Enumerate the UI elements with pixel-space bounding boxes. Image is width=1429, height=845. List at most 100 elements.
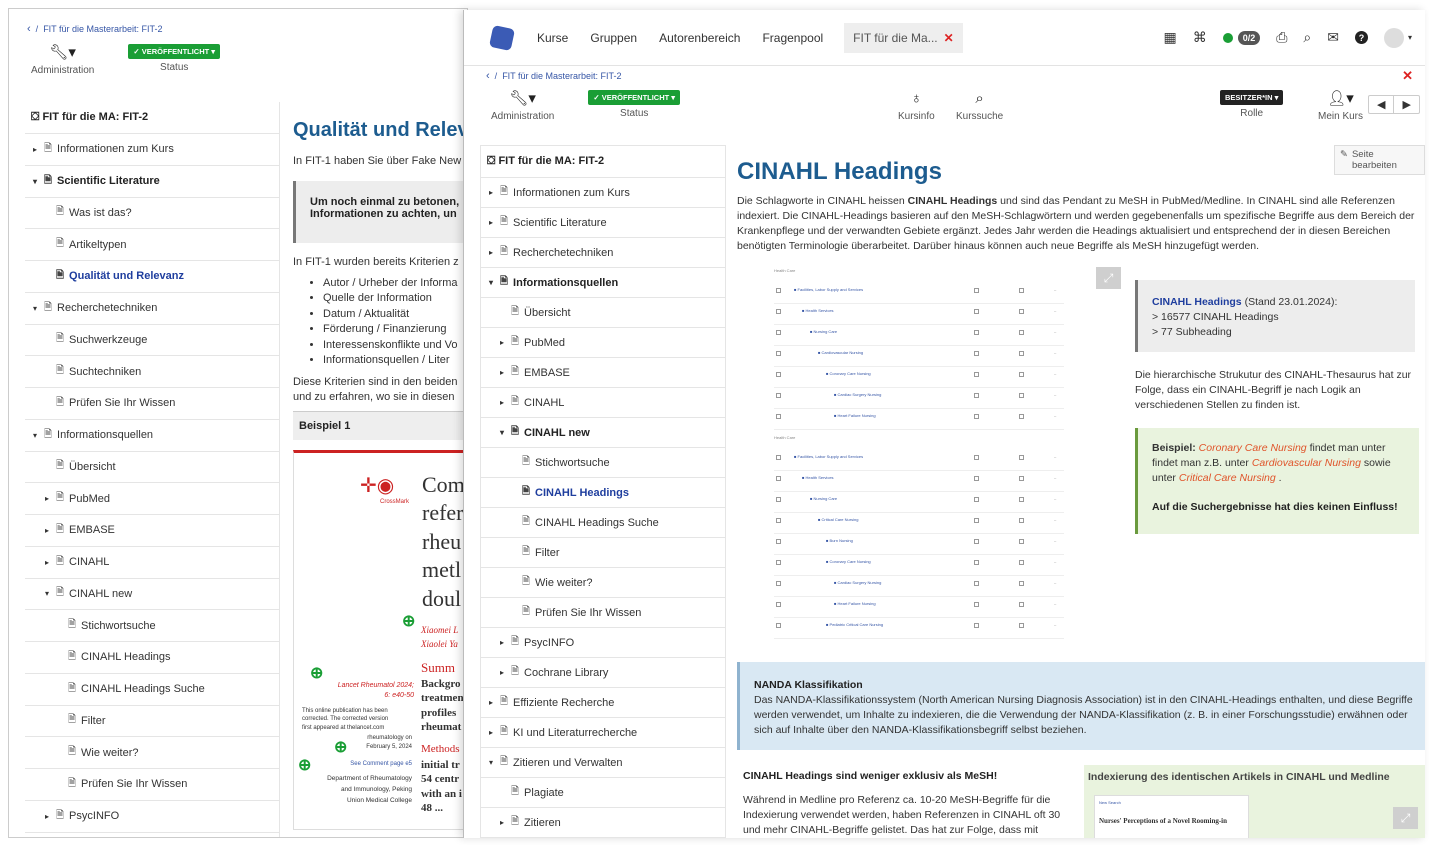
- add-annotation-icon[interactable]: ⊕: [402, 611, 415, 631]
- caret-right-icon[interactable]: ▸: [43, 812, 51, 821]
- menu-item-cinahl-headings[interactable]: 🗎︎ CINAHL Headings: [481, 478, 725, 508]
- caret-right-icon[interactable]: ▸: [487, 248, 495, 257]
- expand-image-icon[interactable]: ⤢: [1393, 807, 1418, 829]
- close-course-icon[interactable]: ✕: [1402, 68, 1413, 84]
- caret-down-icon[interactable]: ▾: [487, 278, 495, 287]
- menu-item-suchwerkzeuge[interactable]: 🗎︎ Suchwerkzeuge: [25, 325, 279, 357]
- close-icon[interactable]: ✕: [944, 31, 954, 45]
- next-page-icon[interactable]: ▶: [1394, 96, 1418, 113]
- menu-item-informationsquellen[interactable]: ▾ 🗎︎ Informationsquellen: [25, 420, 279, 452]
- menu-item-stichwortsuche[interactable]: 🗎︎ Stichwortsuche: [481, 448, 725, 478]
- online-status[interactable]: 0/2: [1222, 30, 1261, 45]
- chevron-left-icon[interactable]: ‹: [27, 23, 31, 35]
- caret-right-icon[interactable]: ▸: [498, 368, 506, 377]
- menu-item-prüfen-sie-ihr-wissen[interactable]: 🗎︎ Prüfen Sie Ihr Wissen: [25, 769, 279, 801]
- menu-item-prüfen-sie-ihr-wissen[interactable]: 🗎︎ Prüfen Sie Ihr Wissen: [481, 598, 725, 628]
- menu-item-plagiate[interactable]: 🗎︎ Plagiate: [481, 778, 725, 808]
- print-icon[interactable]: ⎙: [1276, 29, 1287, 46]
- caret-right-icon[interactable]: ▸: [498, 638, 506, 647]
- add-annotation-icon[interactable]: ⊕: [310, 663, 323, 683]
- caret-right-icon[interactable]: ▸: [498, 668, 506, 677]
- add-annotation-icon[interactable]: ⊕: [298, 755, 311, 775]
- menu-item-zitieren[interactable]: ▸ 🗎︎ Zitieren: [481, 808, 725, 838]
- menu-title[interactable]: ⛋ FIT für die MA: FIT-2: [25, 102, 279, 134]
- breadcrumb-course-link[interactable]: FIT für die Masterarbeit: FIT-2: [43, 24, 162, 34]
- example-header[interactable]: Beispiel 1: [293, 410, 467, 440]
- caret-down-icon[interactable]: ▾: [31, 177, 39, 186]
- caret-right-icon[interactable]: ▸: [31, 145, 39, 154]
- rss-icon[interactable]: ⌘: [1193, 29, 1207, 46]
- menu-item-embase[interactable]: ▸ 🗎︎ EMBASE: [25, 515, 279, 547]
- paper-comment-link[interactable]: See Comment page e5: [334, 761, 412, 767]
- published-badge[interactable]: ✓ VERÖFFENTLICHT ▾: [588, 90, 681, 105]
- menu-item-cinahl-headings[interactable]: 🗎︎ CINAHL Headings: [25, 642, 279, 674]
- menu-item-cinahl-new[interactable]: ▾ 🗎︎ CINAHL new: [25, 579, 279, 611]
- owner-role-badge[interactable]: BESITZER*IN ▾: [1220, 90, 1284, 105]
- menu-item-cochrane-library[interactable]: ▸ 🗎︎ Cochrane Library: [481, 658, 725, 688]
- menu-item-embase[interactable]: ▸ 🗎︎ EMBASE: [481, 358, 725, 388]
- menu-item-scientific-literature[interactable]: ▸ 🗎︎ Scientific Literature: [481, 208, 725, 238]
- nav-kurse[interactable]: Kurse: [537, 31, 568, 45]
- menu-item-übersicht[interactable]: 🗎︎ Übersicht: [25, 452, 279, 484]
- menu-item-suchtechniken[interactable]: 🗎︎ Suchtechniken: [25, 356, 279, 388]
- status-button[interactable]: ✓ VERÖFFENTLICHT ▾ Status: [128, 44, 221, 73]
- caret-down-icon[interactable]: ▾: [31, 431, 39, 440]
- caret-down-icon[interactable]: ▾: [498, 428, 506, 437]
- caret-right-icon[interactable]: ▸: [43, 526, 51, 535]
- menu-item-informationsquellen[interactable]: ▾ 🗎︎ Informationsquellen: [481, 268, 725, 298]
- kursinfo-button[interactable]: ♁ Kursinfo: [898, 90, 935, 122]
- edit-page-button[interactable]: ✎ Seite bearbeiten: [1334, 145, 1425, 175]
- administration-button[interactable]: 🔧︎▾ Administration: [491, 90, 554, 122]
- menu-item-übersicht[interactable]: 🗎︎ Übersicht: [481, 298, 725, 328]
- caret-right-icon[interactable]: ▸: [498, 398, 506, 407]
- administration-button[interactable]: 🔧︎▾ Administration: [31, 44, 94, 76]
- menu-item-pubmed[interactable]: ▸ 🗎︎ PubMed: [481, 328, 725, 358]
- tab-course[interactable]: FIT für die Ma... ✕: [844, 22, 963, 53]
- nav-gruppen[interactable]: Gruppen: [590, 31, 637, 45]
- help-icon[interactable]: ?: [1354, 31, 1368, 44]
- menu-item-psycinfo[interactable]: ▸ 🗎︎ PsycINFO: [481, 628, 725, 658]
- menu-item-scientific-literature[interactable]: ▾ 🗎︎ Scientific Literature: [25, 166, 279, 198]
- caret-right-icon[interactable]: ▸: [487, 188, 495, 197]
- caret-right-icon[interactable]: ▸: [43, 494, 51, 503]
- chevron-left-icon[interactable]: ‹: [486, 70, 490, 82]
- caret-right-icon[interactable]: ▸: [487, 728, 495, 737]
- menu-item-filter[interactable]: 🗎︎ Filter: [481, 538, 725, 568]
- menu-item-was-ist-das-[interactable]: 🗎︎ Was ist das?: [25, 198, 279, 230]
- menu-item-ki-und-literaturrecherche[interactable]: ▸ 🗎︎ KI und Literaturrecherche: [481, 718, 725, 748]
- app-logo[interactable]: [488, 24, 516, 51]
- role-button[interactable]: BESITZER*IN ▾ Rolle: [1220, 90, 1284, 119]
- caret-down-icon[interactable]: ▾: [43, 589, 51, 598]
- caret-right-icon[interactable]: ▸: [487, 698, 495, 707]
- cinahl-headings-link[interactable]: CINAHL Headings: [1152, 296, 1242, 308]
- menu-item-psycinfo[interactable]: ▸ 🗎︎ PsycINFO: [25, 801, 279, 833]
- search-icon[interactable]: ⌕: [1303, 29, 1311, 46]
- menu-item-wie-weiter-[interactable]: 🗎︎ Wie weiter?: [481, 568, 725, 598]
- add-annotation-icon[interactable]: ⊕: [334, 737, 347, 757]
- my-course-button[interactable]: 👤︎▾ Mein Kurs: [1318, 90, 1363, 122]
- menu-item-zitieren-und-verwalten[interactable]: ▾ 🗎︎ Zitieren und Verwalten: [481, 748, 725, 778]
- nav-autorenbereich[interactable]: Autorenbereich: [659, 31, 740, 45]
- nav-fragenpool[interactable]: Fragenpool: [762, 31, 823, 45]
- kurssuche-button[interactable]: ⌕ Kurssuche: [956, 90, 1003, 122]
- menu-item-recherchetechniken[interactable]: ▾ 🗎︎ Recherchetechniken: [25, 293, 279, 325]
- indexing-thumbnail[interactable]: New Search Nurses' Perceptions of a Nove…: [1094, 795, 1249, 838]
- caret-right-icon[interactable]: ▸: [487, 218, 495, 227]
- caret-down-icon[interactable]: ▾: [31, 304, 39, 313]
- caret-right-icon[interactable]: ▸: [498, 338, 506, 347]
- menu-item-filter[interactable]: 🗎︎ Filter: [25, 706, 279, 738]
- menu-item-cinahl[interactable]: ▸ 🗎︎ CINAHL: [25, 547, 279, 579]
- status-button[interactable]: ✓ VERÖFFENTLICHT ▾ Status: [588, 90, 681, 119]
- menu-item-effiziente-recherche[interactable]: ▸ 🗎︎ Effiziente Recherche: [481, 688, 725, 718]
- previous-page-icon[interactable]: ◀: [1369, 96, 1395, 113]
- menu-item-informationen-zum-kurs[interactable]: ▸ 🗎︎ Informationen zum Kurs: [481, 178, 725, 208]
- caret-down-icon[interactable]: ▾: [487, 758, 495, 767]
- menu-item-informationen-zum-kurs[interactable]: ▸ 🗎︎ Informationen zum Kurs: [25, 134, 279, 166]
- menu-item-cinahl[interactable]: ▸ 🗎︎ CINAHL: [481, 388, 725, 418]
- menu-title[interactable]: ⛋ FIT für die MA: FIT-2: [481, 146, 725, 178]
- menu-item-cinahl-headings-suche[interactable]: 🗎︎ CINAHL Headings Suche: [481, 508, 725, 538]
- published-badge[interactable]: ✓ VERÖFFENTLICHT ▾: [128, 44, 221, 59]
- menu-item-artikeltypen[interactable]: 🗎︎ Artikeltypen: [25, 229, 279, 261]
- menu-item-pubmed[interactable]: ▸ 🗎︎ PubMed: [25, 483, 279, 515]
- calendar-icon[interactable]: ▦: [1163, 29, 1176, 46]
